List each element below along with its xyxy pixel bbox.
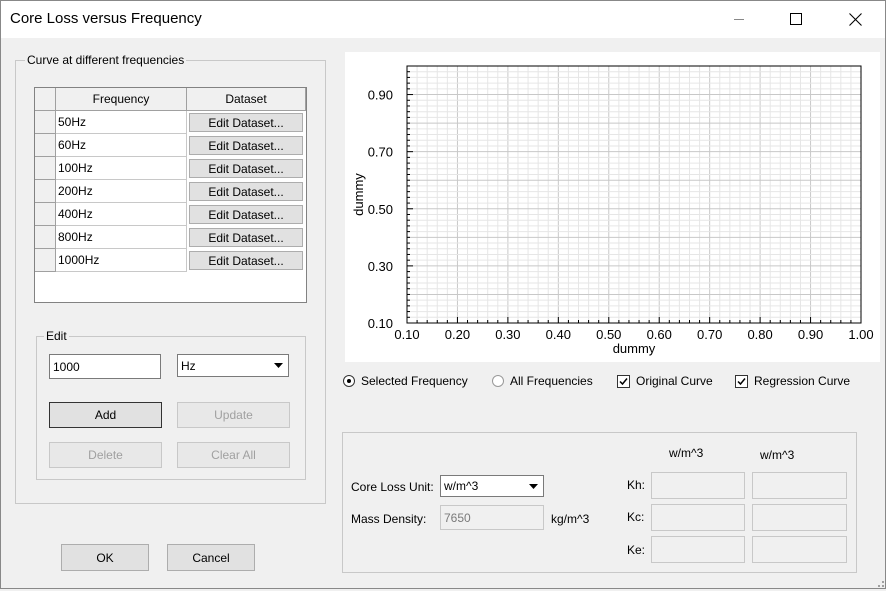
kh-column-unit: w/m^3 [669, 446, 704, 460]
y-tick-label: 0.90 [368, 88, 393, 103]
close-button[interactable] [832, 0, 878, 38]
frequency-cell[interactable]: 50Hz [56, 111, 187, 134]
minimize-button[interactable] [716, 0, 762, 38]
cancel-button[interactable]: Cancel [167, 544, 255, 571]
delete-button[interactable]: Delete [49, 442, 162, 468]
regression-curve-checkbox[interactable]: Regression Curve [735, 374, 850, 388]
add-button[interactable]: Add [49, 402, 162, 428]
edit-dataset-button[interactable]: Edit Dataset... [189, 159, 303, 178]
chevron-down-icon [269, 356, 287, 375]
curve-group-legend: Curve at different frequencies [25, 53, 187, 67]
ke-value-2[interactable] [752, 536, 847, 563]
radio-selected-indicator [343, 375, 355, 387]
grid-column-header[interactable]: Frequency [56, 88, 187, 111]
frequency-grid[interactable]: Frequency Dataset 50Hz Edit Dataset... 6… [34, 87, 307, 303]
mass-density-unit: kg/m^3 [551, 512, 590, 526]
kc-column-unit: w/m^3 [760, 448, 795, 462]
edit-dataset-button[interactable]: Edit Dataset... [189, 228, 303, 247]
frequency-value-input[interactable]: 1000 [49, 354, 161, 379]
selected-frequency-label: Selected Frequency [361, 374, 468, 388]
frequency-cell[interactable]: 60Hz [56, 134, 187, 157]
x-tick-label: 0.40 [546, 327, 571, 342]
chart-panel: 0.10 0.20 0.30 0.40 0.50 0.60 0.70 0.80 0.90 1.00… [345, 52, 880, 362]
grid-row-header[interactable] [35, 249, 56, 272]
grid-column-header[interactable]: Dataset [187, 88, 306, 111]
y-tick-label: 0.70 [368, 145, 393, 160]
grid-row-header[interactable] [35, 226, 56, 249]
edit-dataset-button[interactable]: Edit Dataset... [189, 251, 303, 270]
y-tick-label: 0.30 [368, 259, 393, 274]
minimize-icon [734, 19, 744, 20]
grid-corner [35, 88, 56, 111]
kc-value-2[interactable] [752, 504, 847, 531]
edit-dataset-button[interactable]: Edit Dataset... [189, 205, 303, 224]
grid-row-header[interactable] [35, 134, 56, 157]
edit-group-legend: Edit [44, 329, 69, 343]
clear-all-button[interactable]: Clear All [177, 442, 290, 468]
mass-density-label: Mass Density: [351, 512, 427, 526]
close-icon [848, 12, 862, 26]
grid-row-header[interactable] [35, 157, 56, 180]
kh-label: Kh: [627, 478, 646, 492]
frequency-cell[interactable]: 200Hz [56, 180, 187, 203]
frequency-cell[interactable]: 100Hz [56, 157, 187, 180]
frequency-unit-select[interactable]: Hz [177, 354, 289, 377]
original-curve-label: Original Curve [636, 374, 713, 388]
window-title: Core Loss versus Frequency [10, 10, 202, 27]
ke-value-1[interactable] [651, 536, 745, 563]
update-button[interactable]: Update [177, 402, 290, 428]
edit-dataset-button[interactable]: Edit Dataset... [189, 136, 303, 155]
maximize-button[interactable] [773, 0, 819, 38]
x-axis-label: dummy [613, 341, 656, 356]
x-tick-label: 0.30 [495, 327, 520, 342]
mass-density-input[interactable]: 7650 [440, 505, 544, 530]
ok-button[interactable]: OK [61, 544, 149, 571]
x-tick-label: 0.20 [445, 327, 470, 342]
core-loss-chart: 0.10 0.20 0.30 0.40 0.50 0.60 0.70 0.80 0.90 1.00… [351, 65, 874, 356]
x-tick-label: 1.00 [848, 327, 873, 342]
checkmark-icon [617, 374, 630, 388]
x-tick-label: 0.60 [647, 327, 672, 342]
core-loss-unit-select[interactable]: w/m^3 [440, 475, 544, 497]
y-axis-label: dummy [351, 173, 366, 216]
edit-dataset-button[interactable]: Edit Dataset... [189, 113, 303, 132]
all-frequencies-label: All Frequencies [510, 374, 593, 388]
kc-label: Kc: [627, 510, 645, 524]
regression-curve-label: Regression Curve [754, 374, 851, 388]
y-tick-label: 0.10 [368, 316, 393, 331]
grid-row-header[interactable] [35, 180, 56, 203]
plot-border [406, 65, 862, 324]
selected-frequency-radio[interactable]: Selected Frequency [343, 374, 468, 388]
kh-value-2[interactable] [752, 472, 847, 499]
chevron-down-icon [524, 477, 542, 495]
x-tick-label: 0.80 [747, 327, 772, 342]
ke-label: Ke: [627, 543, 646, 557]
all-frequencies-radio[interactable]: All Frequencies [492, 374, 593, 388]
radio-unselected-indicator [492, 375, 504, 387]
frequency-cell[interactable]: 400Hz [56, 203, 187, 226]
x-tick-label: 0.50 [596, 327, 621, 342]
x-tick-label: 0.90 [798, 327, 823, 342]
x-tick-label: 0.10 [394, 327, 419, 342]
core-loss-unit-value: w/m^3 [444, 479, 479, 493]
x-tick-label: 0.70 [697, 327, 722, 342]
frequency-cell[interactable]: 1000Hz [56, 249, 187, 272]
frequency-cell[interactable]: 800Hz [56, 226, 187, 249]
frequency-unit-value: Hz [181, 358, 196, 373]
grid-row-header[interactable] [35, 111, 56, 134]
core-loss-unit-label: Core Loss Unit: [351, 480, 434, 494]
original-curve-checkbox[interactable]: Original Curve [617, 374, 713, 388]
kh-value-1[interactable] [651, 472, 745, 499]
edit-dataset-button[interactable]: Edit Dataset... [189, 182, 303, 201]
y-tick-label: 0.50 [368, 202, 393, 217]
checkmark-icon [735, 374, 748, 388]
grid-row-header[interactable] [35, 203, 56, 226]
maximize-icon [790, 13, 802, 25]
kc-value-1[interactable] [651, 504, 745, 531]
